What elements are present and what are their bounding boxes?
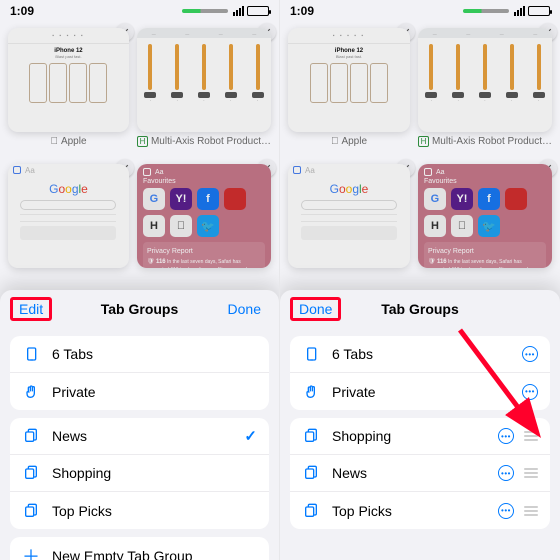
shield-icon: 🛡 [428,259,436,265]
more-icon[interactable]: ••• [522,346,538,362]
hand-icon [22,384,40,400]
tab-group-row[interactable]: Shopping ••• [290,418,550,455]
google-logo: Google [330,182,369,196]
tab-group-icon [302,465,320,481]
tab-groups-sheet: Done Tab Groups 6 Tabs ••• Private ••• S… [280,290,560,560]
favourites-grid: GY!f H🐦 [424,188,546,237]
tab-group-label: News [332,465,486,481]
tab-groups-sheet: Edit Tab Groups Done 6 Tabs Private News… [0,290,279,560]
tab-group-icon [22,503,40,519]
status-time: 1:09 [10,4,34,18]
tab-thumb-robot[interactable]: ✕ ———— ····· HMulti-Axis Robot Product… [137,28,271,156]
drag-handle-icon[interactable] [524,431,538,441]
more-icon[interactable]: ••• [498,503,514,519]
tab-group-icon [22,428,40,444]
status-time: 1:09 [290,4,314,18]
done-button[interactable]: Done [290,297,341,321]
shield-icon: 🛡 [147,259,155,265]
tab-thumb-google[interactable]: ✕ Aa Google [288,164,410,292]
tabs-icon [302,346,320,362]
favourites-grid: GY!f H🐦 [143,188,265,237]
tab-group-icon [302,428,320,444]
tab-thumb-favourites[interactable]: ✕ Aa Favourites GY!f H🐦 Privacy Report … [418,164,552,292]
cellular-signal-icon [233,6,244,16]
tabs-icon [22,346,40,362]
apple-logo-icon:  [331,136,339,147]
edit-button[interactable]: Edit [10,297,52,321]
tab-group-row[interactable]: Top Picks ••• [290,492,550,529]
tab-group-row[interactable]: Shopping [10,455,269,492]
tab-overview-grid: ✕ ▪ ▪ ▪ ▪ ▪ iPhone 12 Blast past fast. … [0,22,279,292]
tab-thumb-apple[interactable]: ✕ ▪ ▪ ▪ ▪ ▪ iPhone 12 Blast past fast. … [288,28,410,156]
checkmark-icon: ✓ [244,427,257,445]
apple-logo-icon:  [50,136,58,147]
tab-group-label: News [52,428,232,444]
more-icon[interactable]: ••• [498,465,514,481]
tab-groups-list: Shopping ••• News ••• Top Picks ••• [290,418,550,529]
private-row[interactable]: Private [10,373,269,410]
site-favicon: H [137,136,148,147]
google-logo: Google [49,182,88,196]
left-screenshot: 1:09 ✕ ▪ ▪ ▪ ▪ ▪ iPhone 12 Blast past fa… [0,0,280,560]
tabs-count-row[interactable]: 6 Tabs ••• [290,336,550,373]
recording-indicator [463,9,509,13]
tabs-count-row[interactable]: 6 Tabs [10,336,269,373]
site-favicon: H [418,136,429,147]
cellular-signal-icon [514,6,525,16]
tab-group-icon [302,503,320,519]
battery-icon [247,6,269,16]
status-bar: 1:09 [0,0,279,22]
tab-overview-grid: ✕ ▪ ▪ ▪ ▪ ▪ iPhone 12 Blast past fast. … [280,22,560,292]
tab-thumb-robot[interactable]: ✕ ———— ····· HMulti-Axis Robot Product… [418,28,552,156]
status-bar: 1:09 [280,0,560,22]
drag-handle-icon[interactable] [524,468,538,478]
tab-group-row[interactable]: Top Picks [10,492,269,529]
more-icon[interactable]: ••• [522,384,538,400]
tab-group-row[interactable]: News ✓ [10,418,269,455]
drag-handle-icon[interactable] [524,506,538,516]
tab-group-row[interactable]: News ••• [290,455,550,492]
done-button[interactable]: Done [220,298,269,320]
new-tab-group-row[interactable]: ＋ New Empty Tab Group [10,537,269,560]
recording-indicator [182,9,228,13]
battery-icon [528,6,550,16]
tab-group-icon [22,465,40,481]
hand-icon [302,384,320,400]
tab-thumb-favourites[interactable]: ✕ Aa Favourites GY!f H🐦 Privacy Report … [137,164,271,292]
tab-group-label: Top Picks [52,503,257,519]
tab-thumb-google[interactable]: ✕ Aa Google [8,164,129,292]
plus-icon: ＋ [22,543,40,560]
tab-group-label: Top Picks [332,503,486,519]
right-screenshot: 1:09 ✕ ▪ ▪ ▪ ▪ ▪ iPhone 12 Blast past fa… [280,0,560,560]
tab-groups-list: News ✓ Shopping Top Picks [10,418,269,529]
private-row[interactable]: Private ••• [290,373,550,410]
more-icon[interactable]: ••• [498,428,514,444]
tab-group-label: Shopping [332,428,486,444]
tab-thumb-apple[interactable]: ✕ ▪ ▪ ▪ ▪ ▪ iPhone 12 Blast past fast. … [8,28,129,156]
tab-group-label: Shopping [52,465,257,481]
